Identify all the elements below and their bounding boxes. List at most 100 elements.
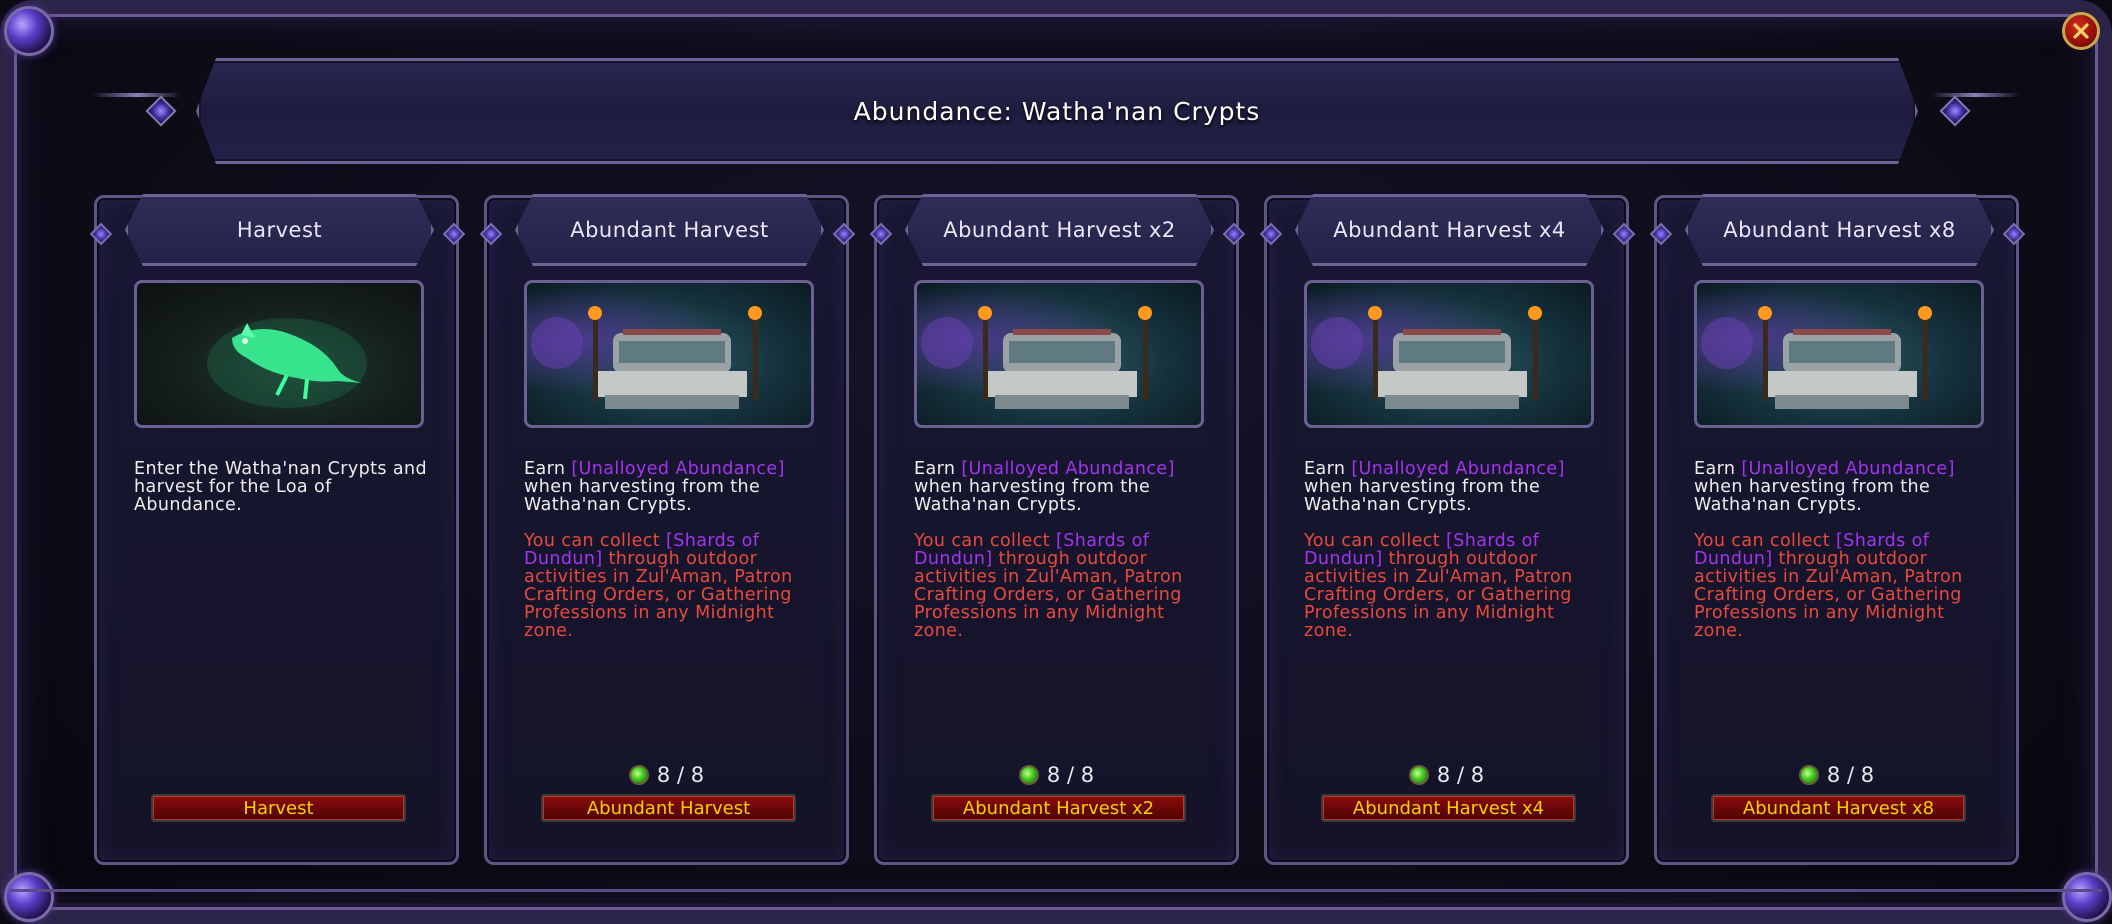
crypt-altar-image xyxy=(524,280,814,428)
abundant-harvest-card: Abundant Harvest x4 Earn [Unalloyed Abun… xyxy=(1259,194,1636,865)
note-line: zone. xyxy=(1304,621,1354,641)
note-line: zone. xyxy=(914,621,964,641)
abundant-harvest-card: Abundant Harvest x2 Earn [Unalloyed Abun… xyxy=(869,194,1246,865)
shards-of-dundun-link[interactable]: Dundun] xyxy=(1694,549,1773,569)
currency-amount: 8 / 8 xyxy=(656,763,705,787)
note-prefix: You can collect xyxy=(1304,531,1446,551)
shards-of-dundun-link[interactable]: [Shards of xyxy=(666,531,759,551)
unalloyed-abundance-link[interactable]: [Unalloyed Abundance] xyxy=(961,459,1174,479)
earn-prefix: Earn xyxy=(914,459,962,479)
close-icon xyxy=(2073,23,2089,39)
card-title: Abundant Harvest xyxy=(515,194,824,266)
note-line: Crafting Orders, or Gathering xyxy=(524,585,792,605)
shards-of-dundun-link[interactable]: Dundun] xyxy=(1304,549,1383,569)
description-line: Enter the Watha'nan Crypts and xyxy=(134,459,428,479)
description-line: Watha'nan Crypts. xyxy=(524,495,693,515)
abundant-harvest-button[interactable]: Abundant Harvest x2 xyxy=(931,794,1186,822)
card-title: Harvest xyxy=(125,194,434,266)
abundant-harvest-button[interactable]: Abundant Harvest x4 xyxy=(1321,794,1576,822)
note-prefix: You can collect xyxy=(914,531,1056,551)
close-button[interactable] xyxy=(2062,12,2100,50)
crypt-altar-icon xyxy=(921,306,1152,409)
banner-spike-left xyxy=(92,93,182,97)
card-title: Abundant Harvest x8 xyxy=(1685,194,1994,266)
earn-prefix: Earn xyxy=(1304,459,1352,479)
earn-text: Earn [Unalloyed Abundance] xyxy=(914,460,1214,478)
card-title: Abundant Harvest x2 xyxy=(905,194,1214,266)
abundant-harvest-button[interactable]: Abundant Harvest xyxy=(541,794,796,822)
earn-text: Earn [Unalloyed Abundance] xyxy=(1304,460,1604,478)
shards-of-dundun-link[interactable]: [Shards of xyxy=(1836,531,1929,551)
shard-currency-icon xyxy=(1018,765,1039,785)
note-line: through outdoor xyxy=(1382,549,1538,569)
earn-prefix: Earn xyxy=(524,459,572,479)
shard-currency-icon xyxy=(1798,765,1819,785)
collect-note: You can collect [Shards of Dundun] throu… xyxy=(1694,532,1994,640)
crypt-altar-image xyxy=(1694,280,1984,428)
collect-note: You can collect [Shards of Dundun] throu… xyxy=(914,532,1214,640)
description-line: when harvesting from the xyxy=(1694,477,1931,497)
frame-bottom-line xyxy=(10,889,2102,892)
currency-count: 8 / 8 xyxy=(487,763,846,787)
card-title: Abundant Harvest x4 xyxy=(1295,194,1604,266)
shards-of-dundun-link[interactable]: [Shards of xyxy=(1056,531,1149,551)
shards-of-dundun-link[interactable]: Dundun] xyxy=(914,549,993,569)
currency-amount: 8 / 8 xyxy=(1436,763,1485,787)
note-line: activities in Zul'Aman, Patron xyxy=(1694,567,1963,587)
note-line: activities in Zul'Aman, Patron xyxy=(524,567,793,587)
note-line: zone. xyxy=(1694,621,1744,641)
card-description: Earn [Unalloyed Abundance] when harvesti… xyxy=(524,460,824,640)
note-prefix: You can collect xyxy=(524,531,666,551)
note-line: Professions in any Midnight xyxy=(524,603,775,623)
unalloyed-abundance-link[interactable]: [Unalloyed Abundance] xyxy=(1351,459,1564,479)
harvest-card: Harvest Enter the Watha'nan Crypts and h… xyxy=(89,194,466,865)
note-line: through outdoor xyxy=(602,549,758,569)
currency-amount: 8 / 8 xyxy=(1826,763,1875,787)
description-line: Watha'nan Crypts. xyxy=(1304,495,1473,515)
shards-of-dundun-link[interactable]: Dundun] xyxy=(524,549,603,569)
header-gem-icon xyxy=(89,222,113,246)
description-line: when harvesting from the xyxy=(914,477,1151,497)
description-line: Abundance. xyxy=(134,495,243,515)
crypt-altar-image xyxy=(1304,280,1594,428)
description-line: Watha'nan Crypts. xyxy=(1694,495,1863,515)
header-gem-icon xyxy=(1649,222,1673,246)
crypt-altar-icon xyxy=(1311,306,1542,409)
crypt-altar-icon xyxy=(1701,306,1932,409)
card-description: Enter the Watha'nan Crypts and harvest f… xyxy=(134,460,434,514)
harvest-button[interactable]: Harvest xyxy=(151,794,406,822)
description-line: harvest for the Loa of xyxy=(134,477,332,497)
currency-amount: 8 / 8 xyxy=(1046,763,1095,787)
abundant-harvest-card: Abundant Harvest Earn [Unalloyed Abundan… xyxy=(479,194,856,865)
unalloyed-abundance-link[interactable]: [Unalloyed Abundance] xyxy=(571,459,784,479)
card-description: Earn [Unalloyed Abundance] when harvesti… xyxy=(1304,460,1604,640)
header-gem-icon xyxy=(479,222,503,246)
shard-currency-icon xyxy=(628,765,649,785)
card-description: Earn [Unalloyed Abundance] when harvesti… xyxy=(914,460,1214,640)
note-line: activities in Zul'Aman, Patron xyxy=(914,567,1183,587)
crypt-altar-image xyxy=(914,280,1204,428)
description-line: when harvesting from the xyxy=(524,477,761,497)
currency-count: 8 / 8 xyxy=(1657,763,2016,787)
collect-note: You can collect [Shards of Dundun] throu… xyxy=(524,532,824,640)
note-prefix: You can collect xyxy=(1694,531,1836,551)
abundant-harvest-card: Abundant Harvest x8 Earn [Unalloyed Abun… xyxy=(1649,194,2026,865)
note-line: activities in Zul'Aman, Patron xyxy=(1304,567,1573,587)
description-line: Watha'nan Crypts. xyxy=(914,495,1083,515)
note-line: Professions in any Midnight xyxy=(914,603,1165,623)
note-line: zone. xyxy=(524,621,574,641)
green-spirit-creature-image xyxy=(134,280,424,428)
window-title: Abundance: Watha'nan Crypts xyxy=(853,96,1261,126)
unalloyed-abundance-link[interactable]: [Unalloyed Abundance] xyxy=(1741,459,1954,479)
corner-orb-icon xyxy=(2062,872,2112,922)
abundant-harvest-button[interactable]: Abundant Harvest x8 xyxy=(1711,794,1966,822)
note-line: Professions in any Midnight xyxy=(1694,603,1945,623)
currency-count: 8 / 8 xyxy=(1267,763,1626,787)
note-line: Crafting Orders, or Gathering xyxy=(1694,585,1962,605)
earn-text: Earn [Unalloyed Abundance] xyxy=(524,460,824,478)
description-line: when harvesting from the xyxy=(1304,477,1541,497)
spirit-creature-icon xyxy=(207,318,367,408)
note-line: Crafting Orders, or Gathering xyxy=(1304,585,1572,605)
shards-of-dundun-link[interactable]: [Shards of xyxy=(1446,531,1539,551)
currency-count: 8 / 8 xyxy=(877,763,1236,787)
